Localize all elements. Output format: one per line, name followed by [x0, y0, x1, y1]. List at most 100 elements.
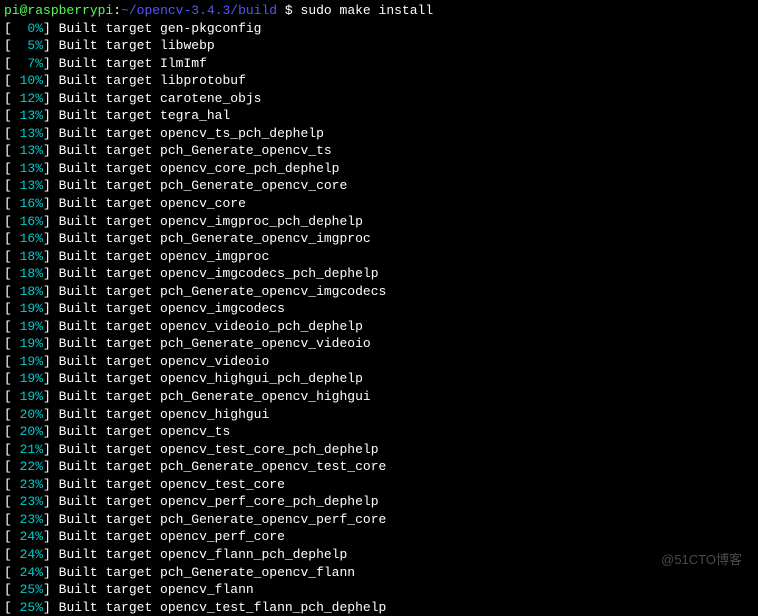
- bracket-close: ]: [43, 389, 59, 404]
- bracket-open: [: [4, 178, 12, 193]
- build-message: Built target pch_Generate_opencv_imgproc: [59, 231, 371, 246]
- bracket-open: [: [4, 266, 12, 281]
- progress-percent: 13%: [12, 143, 43, 158]
- bracket-open: [: [4, 407, 12, 422]
- build-message: Built target gen-pkgconfig: [59, 21, 262, 36]
- bracket-close: ]: [43, 178, 59, 193]
- build-line: [ 13%] Built target opencv_ts_pch_dephel…: [4, 125, 754, 143]
- bracket-close: ]: [43, 371, 59, 386]
- progress-percent: 19%: [12, 354, 43, 369]
- bracket-close: ]: [43, 108, 59, 123]
- progress-percent: 20%: [12, 407, 43, 422]
- bracket-open: [: [4, 600, 12, 615]
- bracket-open: [: [4, 214, 12, 229]
- bracket-close: ]: [43, 442, 59, 457]
- bracket-open: [: [4, 494, 12, 509]
- progress-percent: 5%: [12, 38, 43, 53]
- progress-percent: 18%: [12, 266, 43, 281]
- build-message: Built target opencv_imgcodecs: [59, 301, 285, 316]
- build-line: [ 23%] Built target opencv_test_core: [4, 476, 754, 494]
- bracket-open: [: [4, 284, 12, 299]
- progress-percent: 19%: [12, 319, 43, 334]
- build-line: [ 22%] Built target pch_Generate_opencv_…: [4, 458, 754, 476]
- bracket-open: [: [4, 389, 12, 404]
- build-line: [ 0%] Built target gen-pkgconfig: [4, 20, 754, 38]
- bracket-open: [: [4, 73, 12, 88]
- progress-percent: 12%: [12, 91, 43, 106]
- build-line: [ 25%] Built target opencv_flann: [4, 581, 754, 599]
- build-message: Built target opencv_highgui: [59, 407, 270, 422]
- build-line: [ 19%] Built target opencv_highgui_pch_d…: [4, 370, 754, 388]
- bracket-close: ]: [43, 477, 59, 492]
- bracket-close: ]: [43, 459, 59, 474]
- build-message: Built target opencv_core: [59, 196, 246, 211]
- bracket-close: ]: [43, 249, 59, 264]
- build-line: [ 24%] Built target opencv_flann_pch_dep…: [4, 546, 754, 564]
- build-line: [ 19%] Built target opencv_imgcodecs: [4, 300, 754, 318]
- build-message: Built target opencv_videoio: [59, 354, 270, 369]
- progress-percent: 13%: [12, 126, 43, 141]
- bracket-open: [: [4, 301, 12, 316]
- bracket-open: [: [4, 565, 12, 580]
- bracket-close: ]: [43, 231, 59, 246]
- build-message: Built target opencv_imgcodecs_pch_dephel…: [59, 266, 379, 281]
- bracket-open: [: [4, 442, 12, 457]
- prompt-colon: :: [113, 3, 121, 18]
- bracket-open: [: [4, 371, 12, 386]
- build-line: [ 13%] Built target pch_Generate_opencv_…: [4, 142, 754, 160]
- build-message: Built target pch_Generate_opencv_ts: [59, 143, 332, 158]
- build-line: [ 13%] Built target tegra_hal: [4, 107, 754, 125]
- progress-percent: 19%: [12, 371, 43, 386]
- bracket-close: ]: [43, 600, 59, 615]
- bracket-close: ]: [43, 266, 59, 281]
- bracket-open: [: [4, 529, 12, 544]
- prompt-path: /opencv-3.4.3/build: [129, 3, 277, 18]
- build-message: Built target opencv_flann_pch_dephelp: [59, 547, 348, 562]
- progress-percent: 13%: [12, 161, 43, 176]
- bracket-open: [: [4, 231, 12, 246]
- progress-percent: 19%: [12, 336, 43, 351]
- build-line: [ 13%] Built target pch_Generate_opencv_…: [4, 177, 754, 195]
- bracket-close: ]: [43, 354, 59, 369]
- bracket-close: ]: [43, 407, 59, 422]
- build-line: [ 25%] Built target opencv_test_flann_pc…: [4, 599, 754, 616]
- progress-percent: 13%: [12, 108, 43, 123]
- build-message: Built target IlmImf: [59, 56, 207, 71]
- bracket-close: ]: [43, 126, 59, 141]
- build-message: Built target opencv_ts: [59, 424, 231, 439]
- build-message: Built target opencv_perf_core_pch_dephel…: [59, 494, 379, 509]
- progress-percent: 25%: [12, 582, 43, 597]
- prompt-dollar: $: [277, 3, 300, 18]
- build-line: [ 18%] Built target pch_Generate_opencv_…: [4, 283, 754, 301]
- watermark: @51CTO博客: [661, 551, 742, 569]
- progress-percent: 20%: [12, 424, 43, 439]
- bracket-close: ]: [43, 547, 59, 562]
- build-line: [ 13%] Built target opencv_core_pch_deph…: [4, 160, 754, 178]
- progress-percent: 24%: [12, 565, 43, 580]
- bracket-open: [: [4, 91, 12, 106]
- prompt-tilde: ~: [121, 3, 129, 18]
- build-message: Built target opencv_test_flann_pch_dephe…: [59, 600, 387, 615]
- progress-percent: 7%: [12, 56, 43, 71]
- progress-percent: 24%: [12, 547, 43, 562]
- build-line: [ 16%] Built target opencv_imgproc_pch_d…: [4, 213, 754, 231]
- terminal-prompt[interactable]: pi@raspberrypi:~/opencv-3.4.3/build $ su…: [4, 2, 754, 20]
- progress-percent: 19%: [12, 389, 43, 404]
- bracket-close: ]: [43, 424, 59, 439]
- build-line: [ 21%] Built target opencv_test_core_pch…: [4, 441, 754, 459]
- bracket-open: [: [4, 512, 12, 527]
- build-message: Built target pch_Generate_opencv_core: [59, 178, 348, 193]
- build-line: [ 5%] Built target libwebp: [4, 37, 754, 55]
- build-line: [ 24%] Built target opencv_perf_core: [4, 528, 754, 546]
- build-line: [ 19%] Built target opencv_videoio: [4, 353, 754, 371]
- progress-percent: 21%: [12, 442, 43, 457]
- bracket-open: [: [4, 126, 12, 141]
- command-input[interactable]: sudo make install: [301, 3, 434, 18]
- build-message: Built target pch_Generate_opencv_imgcode…: [59, 284, 387, 299]
- bracket-open: [: [4, 459, 12, 474]
- build-message: Built target pch_Generate_opencv_highgui: [59, 389, 371, 404]
- build-message: Built target opencv_test_core: [59, 477, 285, 492]
- progress-percent: 0%: [12, 21, 43, 36]
- build-line: [ 20%] Built target opencv_ts: [4, 423, 754, 441]
- build-message: Built target pch_Generate_opencv_test_co…: [59, 459, 387, 474]
